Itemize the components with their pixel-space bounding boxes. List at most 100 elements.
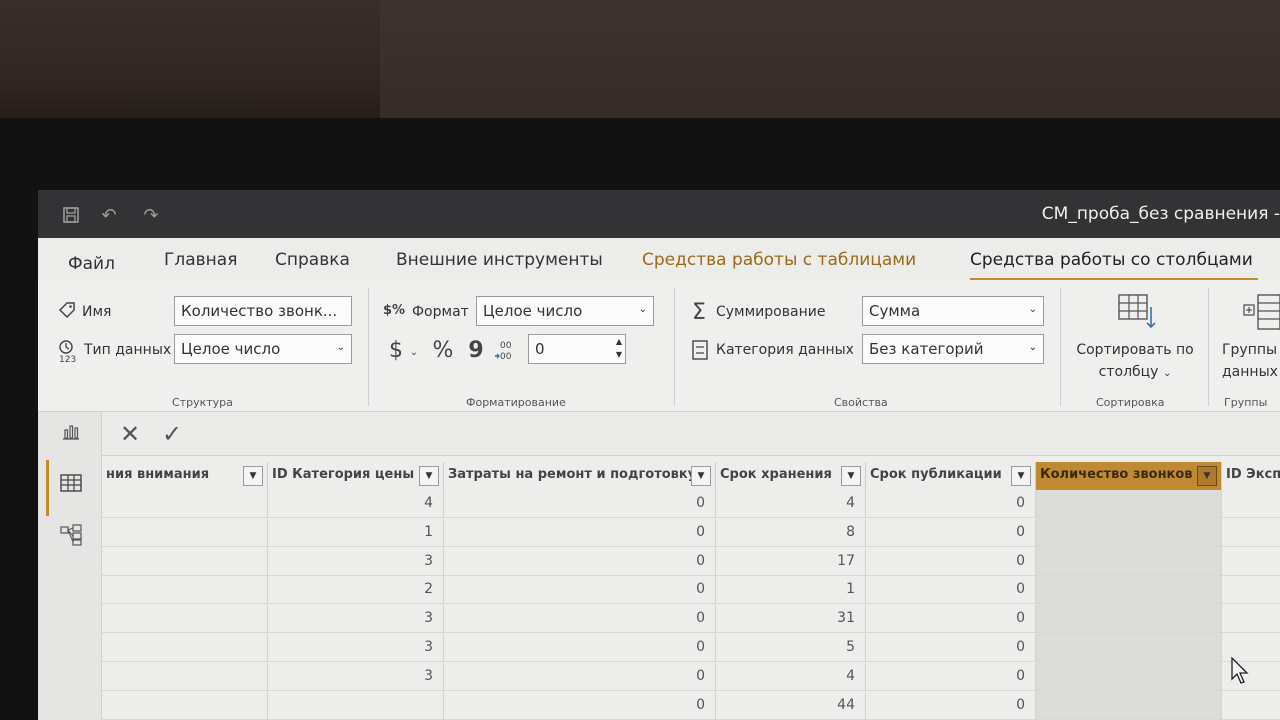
table-row[interactable]: 2010 bbox=[102, 576, 1280, 605]
chevron-down-icon[interactable]: ▼ bbox=[419, 466, 439, 486]
chevron-down-icon[interactable]: ▼ bbox=[616, 350, 622, 359]
data-groups-label-1[interactable]: Группы bbox=[1222, 342, 1277, 358]
column-header[interactable]: Срок публикации ▼ bbox=[866, 462, 1036, 490]
table-cell[interactable]: 0 bbox=[444, 518, 716, 547]
tab-table-tools[interactable]: Средства работы с таблицами bbox=[642, 250, 916, 270]
table-cell[interactable]: 17 bbox=[716, 547, 866, 576]
table-cell[interactable] bbox=[268, 691, 444, 720]
decimals-stepper[interactable]: 0 ▲ ▼ bbox=[528, 334, 626, 364]
table-cell[interactable]: 4 bbox=[268, 490, 444, 518]
save-icon[interactable] bbox=[60, 204, 82, 226]
column-header[interactable]: ID Категория цены ▼ bbox=[268, 462, 444, 490]
table-cell[interactable]: 3 bbox=[268, 662, 444, 691]
data-type-select[interactable]: Целое число ⌄ bbox=[174, 334, 352, 364]
column-header[interactable]: ID Экспозиции bbox=[1222, 462, 1280, 490]
data-groups-label-2[interactable]: данных bbox=[1222, 364, 1278, 380]
table-cell[interactable]: 0 bbox=[444, 547, 716, 576]
sort-by-column-icon[interactable] bbox=[1116, 292, 1158, 332]
column-name-field[interactable]: Количество звонк... bbox=[174, 296, 352, 326]
table-row[interactable]: 3040 bbox=[102, 662, 1280, 691]
table-cell[interactable] bbox=[1036, 547, 1222, 576]
sort-by-column-label-1[interactable]: Сортировать по bbox=[1072, 342, 1198, 358]
table-cell[interactable]: 3 bbox=[268, 547, 444, 576]
table-cell[interactable]: 0 bbox=[444, 691, 716, 720]
table-row[interactable]: 4040 bbox=[102, 490, 1280, 518]
table-cell[interactable] bbox=[1036, 634, 1222, 662]
column-header[interactable]: Затраты на ремонт и подготовку ▼ bbox=[444, 462, 716, 490]
data-category-select[interactable]: Без категорий ⌄ bbox=[862, 334, 1044, 364]
table-cell[interactable] bbox=[102, 576, 268, 605]
commit-formula-icon[interactable]: ✓ bbox=[162, 420, 182, 448]
cancel-formula-icon[interactable]: ✕ bbox=[120, 420, 140, 448]
redo-icon[interactable]: ↷ bbox=[140, 204, 162, 226]
table-cell[interactable] bbox=[1222, 548, 1280, 576]
table-cell[interactable]: 44 bbox=[716, 691, 866, 720]
summarization-select[interactable]: Сумма ⌄ bbox=[862, 296, 1044, 326]
table-cell[interactable] bbox=[1036, 605, 1222, 634]
chevron-down-icon[interactable]: ▼ bbox=[243, 466, 263, 486]
table-cell[interactable]: 1 bbox=[716, 576, 866, 605]
data-view-icon[interactable] bbox=[58, 470, 84, 496]
table-cell[interactable]: 0 bbox=[444, 662, 716, 691]
table-cell[interactable]: 0 bbox=[866, 605, 1036, 634]
column-header[interactable]: Срок хранения ▼ bbox=[716, 462, 866, 490]
table-cell[interactable] bbox=[1222, 576, 1280, 604]
table-cell[interactable]: 1 bbox=[268, 518, 444, 547]
data-groups-icon[interactable] bbox=[1242, 292, 1280, 332]
table-cell[interactable] bbox=[102, 634, 268, 662]
percent-icon[interactable]: % bbox=[430, 336, 456, 364]
tab-home[interactable]: Главная bbox=[164, 250, 237, 270]
table-cell[interactable] bbox=[1222, 519, 1280, 547]
table-cell[interactable]: 0 bbox=[866, 691, 1036, 720]
table-cell[interactable] bbox=[102, 490, 268, 518]
table-cell[interactable] bbox=[1222, 490, 1280, 518]
chevron-down-icon[interactable]: ⌄ bbox=[408, 342, 420, 362]
column-header-selected[interactable]: Количество звонков ▼ bbox=[1036, 462, 1222, 490]
report-view-icon[interactable] bbox=[58, 418, 84, 444]
table-cell[interactable]: 4 bbox=[716, 662, 866, 691]
table-cell[interactable] bbox=[1036, 691, 1222, 720]
model-view-icon[interactable] bbox=[58, 522, 84, 548]
table-cell[interactable]: 8 bbox=[716, 518, 866, 547]
table-cell[interactable] bbox=[102, 547, 268, 576]
table-row[interactable]: 3050 bbox=[102, 634, 1280, 662]
table-cell[interactable] bbox=[1222, 692, 1280, 720]
chevron-up-icon[interactable]: ▲ bbox=[616, 337, 622, 346]
table-cell[interactable] bbox=[102, 605, 268, 634]
table-cell[interactable] bbox=[1036, 518, 1222, 547]
table-cell[interactable] bbox=[1036, 490, 1222, 518]
chevron-down-icon[interactable]: ▼ bbox=[841, 466, 861, 486]
table-cell[interactable]: 0 bbox=[444, 634, 716, 662]
table-cell[interactable]: 3 bbox=[268, 605, 444, 634]
table-cell[interactable]: 0 bbox=[866, 576, 1036, 605]
table-cell[interactable]: 31 bbox=[716, 605, 866, 634]
table-cell[interactable] bbox=[102, 691, 268, 720]
format-select[interactable]: Целое число ⌄ bbox=[476, 296, 654, 326]
table-cell[interactable] bbox=[1222, 605, 1280, 633]
table-cell[interactable]: 0 bbox=[866, 547, 1036, 576]
chevron-down-icon[interactable]: ▼ bbox=[1197, 466, 1217, 486]
table-cell[interactable]: 5 bbox=[716, 634, 866, 662]
table-cell[interactable]: 0 bbox=[866, 662, 1036, 691]
table-cell[interactable] bbox=[1036, 576, 1222, 605]
tab-help[interactable]: Справка bbox=[275, 250, 350, 270]
chevron-down-icon[interactable]: ▼ bbox=[1011, 466, 1031, 486]
table-cell[interactable] bbox=[102, 662, 268, 691]
table-cell[interactable]: 2 bbox=[268, 576, 444, 605]
column-header[interactable]: ния внимания ▼ bbox=[102, 462, 268, 490]
sort-by-column-button[interactable]: столбцу ⌄ bbox=[1072, 364, 1198, 380]
table-cell[interactable] bbox=[1036, 662, 1222, 691]
table-cell[interactable]: 4 bbox=[716, 490, 866, 518]
table-cell[interactable]: 0 bbox=[866, 490, 1036, 518]
tab-external-tools[interactable]: Внешние инструменты bbox=[396, 250, 603, 270]
table-cell[interactable]: 0 bbox=[444, 576, 716, 605]
undo-icon[interactable]: ↶ bbox=[98, 204, 120, 226]
decimal-places-icon[interactable]: 00 00 bbox=[492, 336, 518, 364]
table-cell[interactable]: 0 bbox=[444, 605, 716, 634]
tab-column-tools[interactable]: Средства работы со столбцами bbox=[970, 250, 1253, 270]
table-row[interactable]: 0 44 0 bbox=[102, 691, 1280, 720]
table-cell[interactable]: 0 bbox=[444, 490, 716, 518]
table-row[interactable]: 3 0 31 0 bbox=[102, 605, 1280, 634]
chevron-down-icon[interactable]: ▼ bbox=[691, 466, 711, 486]
table-cell[interactable]: 0 bbox=[866, 634, 1036, 662]
